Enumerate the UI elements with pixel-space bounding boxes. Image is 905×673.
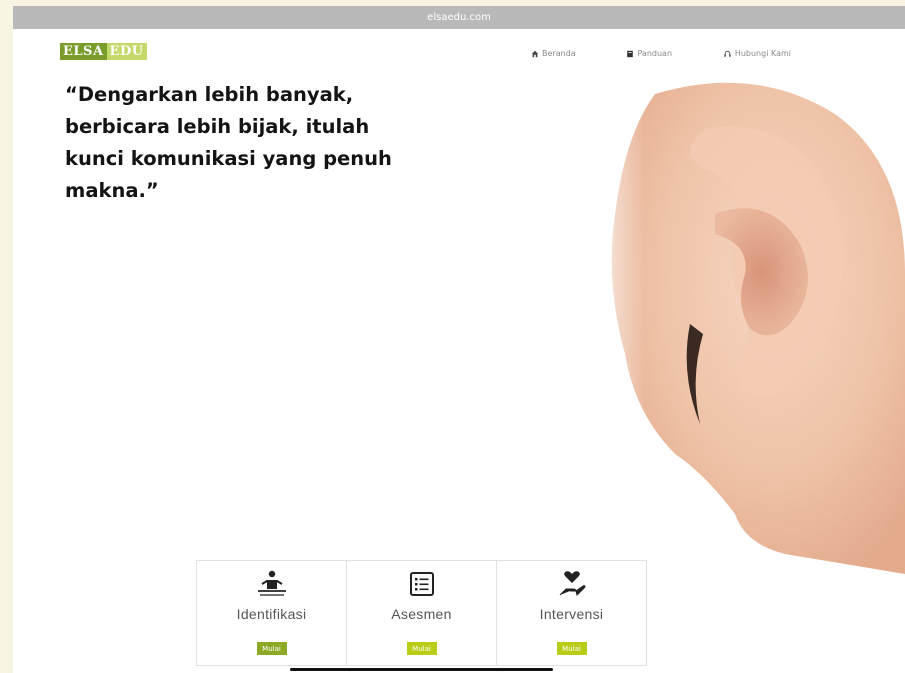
page: ELSA EDU Beranda Panduan Hubungi Kami “D… [13, 29, 905, 673]
mulai-button[interactable]: Mulai [406, 642, 437, 655]
hero-quote: “Dengarkan lebih banyak, berbicara lebih… [65, 79, 465, 207]
book-icon [627, 50, 634, 57]
nav-item-beranda[interactable]: Beranda [531, 49, 576, 58]
site-logo[interactable]: ELSA EDU [60, 43, 147, 60]
quote-line: berbicara lebih bijak, itulah [65, 115, 370, 138]
browser-url-bar[interactable]: elsaedu.com [13, 6, 905, 29]
nav-label: Panduan [637, 49, 673, 58]
card-label: Identifikasi [236, 606, 307, 622]
mulai-button[interactable]: Mulai [556, 642, 587, 655]
identification-icon [256, 568, 288, 600]
mulai-button[interactable]: Mulai [256, 642, 287, 655]
home-icon [531, 50, 539, 57]
top-nav: Beranda Panduan Hubungi Kami [531, 49, 791, 58]
checklist-icon [409, 568, 435, 600]
quote-line: kunci komunikasi yang penuh [65, 147, 392, 170]
card-asesmen[interactable]: Asesmen Mulai [347, 561, 497, 665]
nav-label: Hubungi Kami [734, 49, 791, 58]
card-identifikasi[interactable]: Identifikasi Mulai [197, 561, 347, 665]
card-intervensi[interactable]: Intervensi Mulai [497, 561, 646, 665]
quote-line: “Dengarkan lebih banyak, [65, 83, 354, 106]
home-indicator[interactable] [290, 668, 553, 671]
nav-label: Beranda [542, 49, 576, 58]
nav-item-panduan[interactable]: Panduan [626, 49, 672, 58]
ear-image [585, 74, 905, 574]
logo-part-1: ELSA [60, 43, 107, 60]
feature-cards: Identifikasi Mulai Asesmen Mulai Interve… [196, 560, 647, 666]
card-label: Intervensi [539, 606, 604, 622]
headset-icon [724, 50, 731, 57]
card-label: Asesmen [391, 606, 452, 622]
heart-hand-icon [557, 568, 587, 600]
quote-line: makna.” [65, 179, 159, 202]
url-text: elsaedu.com [427, 12, 491, 23]
nav-item-hubungi-kami[interactable]: Hubungi Kami [723, 49, 791, 58]
logo-part-2: EDU [106, 43, 147, 60]
